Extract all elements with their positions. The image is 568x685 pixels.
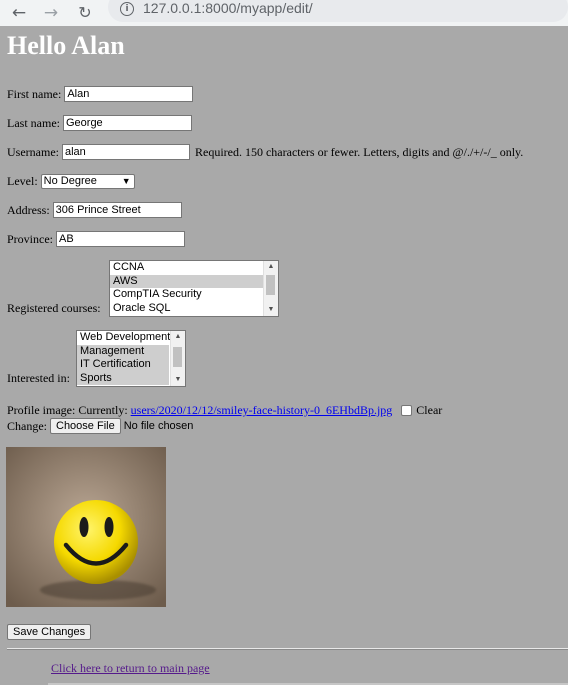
first-name-input[interactable]: Alan	[64, 86, 194, 103]
profile-image-row: Profile image: Currently: users/2020/12/…	[7, 402, 442, 418]
site-info-icon[interactable]: i	[120, 2, 134, 16]
change-image-row: Change: Choose File No file chosen	[7, 418, 194, 435]
list-item[interactable]: Web Development	[77, 331, 185, 345]
province-row: Province: AB	[7, 231, 185, 248]
save-changes-button[interactable]: Save Changes	[7, 624, 92, 641]
level-row: Level: No Degree ▼	[7, 173, 135, 189]
chevron-down-icon: ▼	[121, 175, 131, 186]
current-file-link[interactable]: users/2020/12/12/smiley-face-history-0_6…	[131, 403, 393, 418]
scroll-up-icon[interactable]: ▲	[171, 332, 185, 342]
username-label: Username:	[7, 144, 59, 159]
scrollbar-thumb[interactable]	[173, 347, 182, 367]
clear-label: Clear	[416, 402, 443, 417]
last-name-input[interactable]: George	[62, 115, 192, 132]
choose-file-button[interactable]: Choose File	[50, 418, 121, 435]
list-item[interactable]: CompTIA Security	[110, 288, 278, 302]
username-help-text: Required. 150 characters or fewer. Lette…	[194, 144, 524, 159]
level-select[interactable]: No Degree ▼	[40, 173, 135, 189]
registered-courses-listbox[interactable]: CCNA AWS CompTIA Security Oracle SQL ▲ ▼	[109, 260, 279, 317]
browser-toolbar: ← → ↻ i 127.0.0.1:8000/myapp/edit/	[0, 0, 568, 26]
first-name-label: First name:	[7, 86, 62, 101]
list-item[interactable]: Oracle SQL	[110, 302, 278, 316]
interested-in-label: Interested in:	[7, 371, 70, 385]
first-name-row: First name: Alan	[7, 86, 194, 103]
username-row: Username: alan Required. 150 characters …	[7, 144, 524, 161]
reload-icon[interactable]: ↻	[74, 2, 96, 24]
clear-checkbox[interactable]	[401, 404, 413, 416]
address-bar-url[interactable]: 127.0.0.1:8000/myapp/edit/	[143, 0, 313, 16]
list-item-selected[interactable]: Sports	[77, 371, 169, 385]
address-label: Address:	[7, 202, 50, 217]
return-main-page-link[interactable]: Click here to return to main page	[51, 661, 210, 676]
list-item-selected[interactable]: IT Certification	[77, 358, 169, 372]
province-input[interactable]: AB	[56, 231, 185, 248]
page-title: Hello Alan	[7, 31, 125, 60]
submit-row: Save Changes	[7, 624, 92, 641]
registered-courses-label: Registered courses:	[7, 301, 101, 315]
divider	[7, 648, 568, 650]
back-arrow-icon[interactable]: ←	[8, 2, 30, 24]
scroll-down-icon[interactable]: ▼	[171, 375, 185, 385]
scroll-down-icon[interactable]: ▼	[264, 305, 278, 315]
list-item[interactable]: CCNA	[110, 261, 278, 275]
username-input[interactable]: alan	[61, 144, 190, 161]
profile-image-label: Profile image:	[7, 402, 76, 417]
level-select-value: No Degree	[43, 174, 97, 187]
address-row: Address: 306 Prince Street	[7, 202, 182, 219]
interested-in-listbox[interactable]: Web Development Management IT Certificat…	[76, 330, 186, 387]
no-file-chosen-text: No file chosen	[123, 420, 194, 433]
province-label: Province:	[7, 231, 53, 246]
last-name-label: Last name:	[7, 115, 60, 130]
listbox-scrollbar[interactable]: ▲ ▼	[170, 331, 185, 386]
currently-label: Currently:	[78, 402, 128, 417]
change-label: Change:	[7, 418, 47, 433]
list-item-selected[interactable]: AWS	[110, 274, 278, 288]
scroll-up-icon[interactable]: ▲	[264, 262, 278, 272]
profile-image-preview	[6, 447, 166, 607]
scrollbar-thumb[interactable]	[266, 275, 275, 295]
level-label: Level:	[7, 173, 38, 188]
forward-arrow-icon[interactable]: →	[40, 2, 62, 24]
address-input[interactable]: 306 Prince Street	[52, 202, 182, 219]
list-item-selected[interactable]: Management	[77, 344, 169, 358]
last-name-row: Last name: George	[7, 115, 192, 132]
listbox-scrollbar[interactable]: ▲ ▼	[263, 261, 278, 316]
